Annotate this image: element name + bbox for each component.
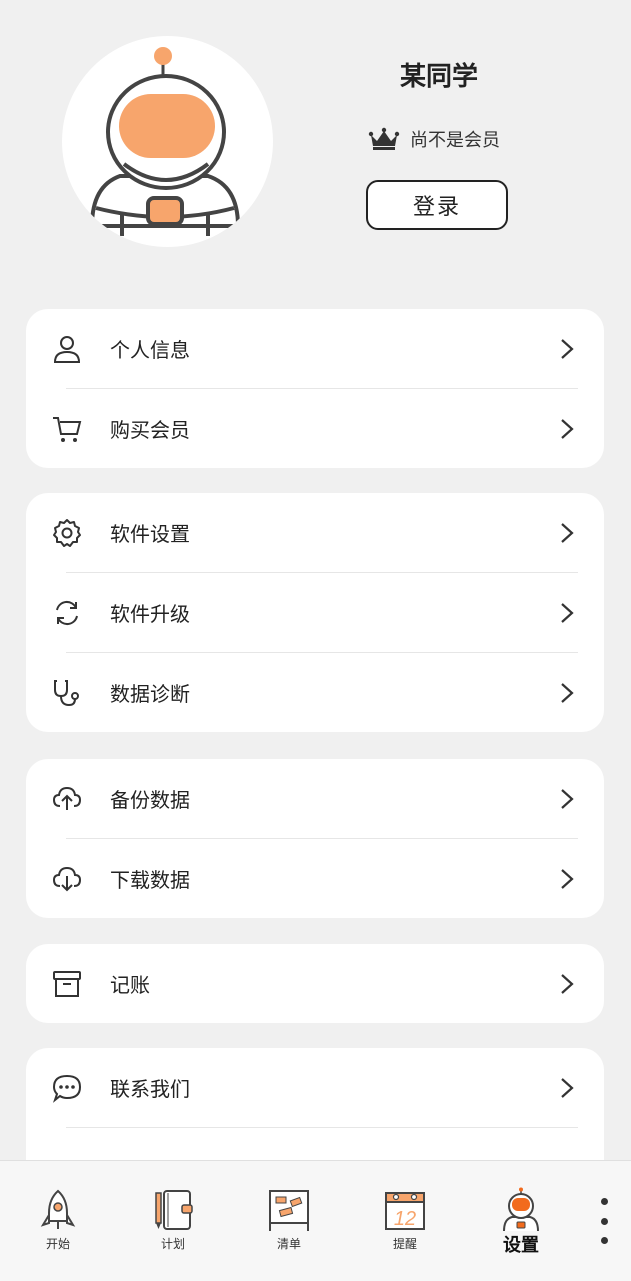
bottom-tab-bar: 开始 计划 清单 12 提醒 设置 <box>0 1160 631 1281</box>
divider <box>66 1127 578 1128</box>
menu-item-backup-data[interactable]: 备份数据 <box>26 759 604 838</box>
astronaut-avatar-icon <box>89 47 241 236</box>
avatar[interactable] <box>62 36 273 247</box>
membership-status: 尚不是会员 <box>368 124 500 154</box>
board-icon <box>269 1190 309 1231</box>
menu-label: 联系我们 <box>110 1077 190 1101</box>
menu-item-data-diagnosis[interactable]: 数据诊断 <box>26 653 604 732</box>
chevron-right-icon <box>561 1077 574 1098</box>
gear-icon <box>52 518 82 548</box>
crown-icon <box>368 127 400 150</box>
tab-settings[interactable]: 设置 <box>486 1187 556 1257</box>
chevron-right-icon <box>561 418 574 439</box>
tab-plan[interactable]: 计划 <box>138 1187 208 1257</box>
menu-label: 个人信息 <box>110 338 190 362</box>
menu-label: 软件升级 <box>110 602 190 626</box>
cart-icon <box>52 414 82 444</box>
archive-box-icon <box>52 969 82 999</box>
chat-bubble-icon <box>52 1073 82 1103</box>
menu-label: 下载数据 <box>110 868 190 892</box>
tab-reminder[interactable]: 12 提醒 <box>370 1187 440 1257</box>
menu-item-contact-us[interactable]: 联系我们 <box>26 1048 604 1127</box>
menu-label: 购买会员 <box>110 418 190 442</box>
menu-item-download-data[interactable]: 下载数据 <box>26 839 604 918</box>
chevron-right-icon <box>561 868 574 889</box>
chevron-right-icon <box>561 788 574 809</box>
menu-item-software-upgrade[interactable]: 软件升级 <box>26 573 604 652</box>
chevron-right-icon <box>561 682 574 703</box>
cloud-upload-icon <box>52 784 82 814</box>
chevron-right-icon <box>561 602 574 623</box>
stethoscope-icon <box>52 678 82 708</box>
menu-label: 软件设置 <box>110 522 190 546</box>
chevron-right-icon <box>561 338 574 359</box>
data-card: 备份数据 下载数据 <box>26 759 604 918</box>
svg-text:12: 12 <box>394 1208 416 1230</box>
cloud-download-icon <box>52 864 82 894</box>
menu-item-personal-info[interactable]: 个人信息 <box>26 309 604 388</box>
bookkeeping-card: 记账 <box>26 944 604 1023</box>
menu-label: 数据诊断 <box>110 682 190 706</box>
login-button[interactable]: 登录 <box>366 180 508 230</box>
more-options-icon[interactable] <box>596 1198 612 1244</box>
notebook-icon <box>155 1190 193 1230</box>
user-icon <box>52 334 82 364</box>
tab-checklist[interactable]: 清单 <box>254 1187 324 1257</box>
menu-item-software-settings[interactable]: 软件设置 <box>26 493 604 572</box>
chevron-right-icon <box>561 973 574 994</box>
calendar-icon: 12 <box>385 1192 425 1230</box>
tab-label: 计划 <box>160 1237 185 1251</box>
chevron-right-icon <box>561 522 574 543</box>
tab-label: 开始 <box>45 1237 70 1251</box>
member-status-text: 尚不是会员 <box>410 130 500 151</box>
refresh-icon <box>52 598 82 628</box>
software-card: 软件设置 软件升级 数据诊断 <box>26 493 604 732</box>
tab-label: 设置 <box>503 1235 539 1256</box>
rocket-icon <box>40 1189 76 1229</box>
user-name: 某同学 <box>399 62 478 92</box>
astronaut-icon <box>503 1187 539 1232</box>
menu-item-bookkeeping[interactable]: 记账 <box>26 944 604 1023</box>
tab-label: 提醒 <box>392 1237 417 1251</box>
account-card: 个人信息 购买会员 <box>26 309 604 468</box>
tab-start[interactable]: 开始 <box>23 1187 93 1257</box>
menu-label: 备份数据 <box>110 788 190 812</box>
menu-label: 记账 <box>110 973 150 997</box>
tab-label: 清单 <box>276 1237 301 1251</box>
menu-item-buy-membership[interactable]: 购买会员 <box>26 389 604 468</box>
profile-header: 某同学 尚不是会员 登录 <box>0 0 631 290</box>
